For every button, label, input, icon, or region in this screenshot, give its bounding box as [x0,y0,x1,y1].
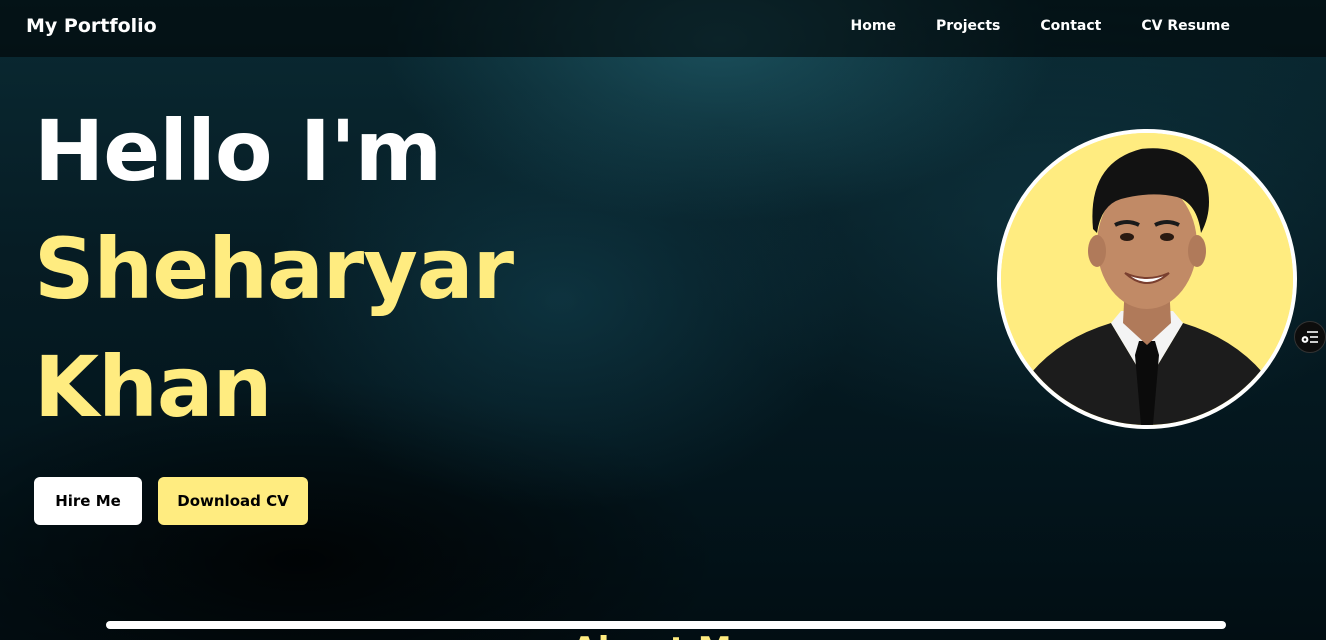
sliders-icon[interactable] [1294,321,1326,353]
sliders-icon-glyph [1301,331,1318,343]
hire-me-button[interactable]: Hire Me [34,477,142,525]
hero-last-name: Khan [34,338,272,436]
profile-photo [997,129,1297,429]
nav-link-home[interactable]: Home [851,16,896,36]
nav-link-projects[interactable]: Projects [936,16,1000,36]
nav-link-contact[interactable]: Contact [1040,16,1101,36]
navbar: My Portfolio Home Projects Contact CV Re… [0,0,1326,57]
nav-links: Home Projects Contact CV Resume [851,16,1230,36]
profile-photo-illustration [1001,133,1293,425]
hero-greeting: Hello I'm [34,102,442,200]
download-cv-button[interactable]: Download CV [158,477,308,525]
hero-heading: Hello I'm Sheharyar Khan [34,92,514,446]
brand-logo[interactable]: My Portfolio [26,13,157,39]
hero-first-name: Sheharyar [34,220,514,318]
page: My Portfolio Home Projects Contact CV Re… [0,0,1326,640]
nav-link-cv-resume[interactable]: CV Resume [1141,16,1230,36]
about-section-title: About Me [0,628,1326,640]
